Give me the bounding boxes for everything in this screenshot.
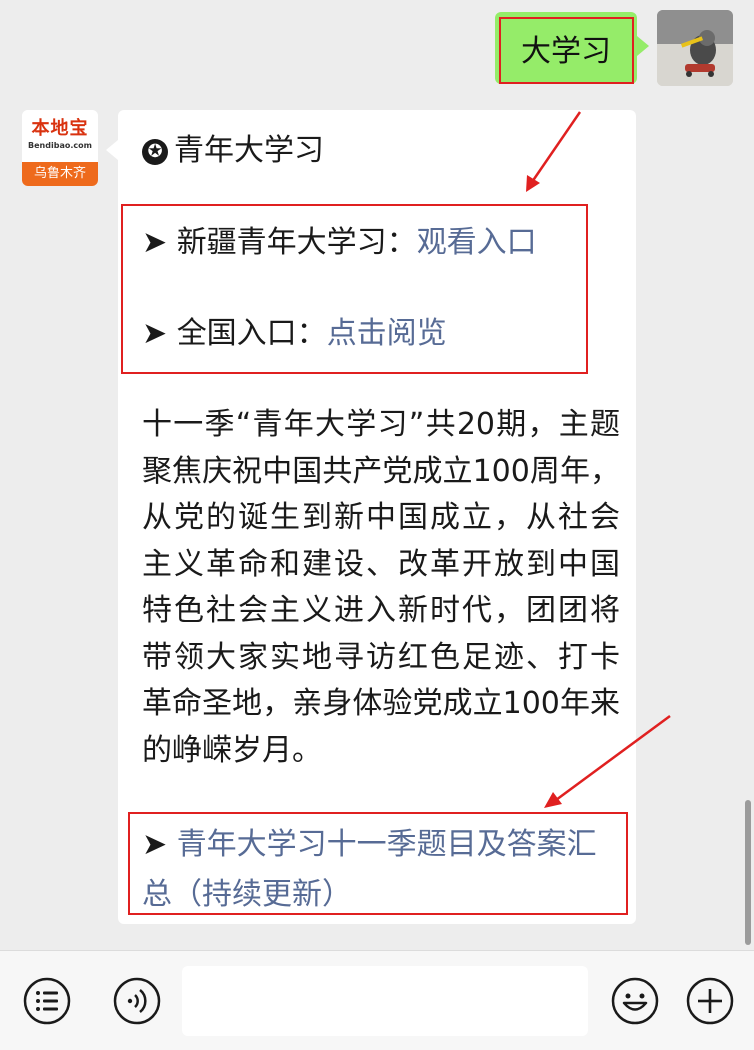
bot-header-title: 青年大学习 (174, 133, 324, 168)
bendibao-logo: 本地宝 Bendibao.com (22, 110, 98, 162)
chat-area: 大学习 本地宝 Bendibao.com 乌鲁木齐 ✪ 青年大学习 ➤ 新疆青年大… (0, 0, 754, 950)
user-avatar-image (657, 10, 733, 86)
national-entry-label: 全国入口： (176, 316, 327, 351)
user-message-text: 大学习 (521, 34, 611, 69)
chat-scrollbar[interactable] (745, 800, 751, 945)
arrow-icon: ➤ (142, 225, 168, 260)
arrow-icon: ➤ (142, 316, 168, 351)
menu-list-button[interactable] (22, 976, 72, 1026)
click-view-link[interactable]: 点击阅览 (327, 316, 447, 351)
logo-brand-name: 本地宝 (31, 118, 89, 139)
xinjiang-entry-label: 新疆青年大学习： (176, 225, 417, 260)
logo-domain: Bendibao.com (28, 141, 92, 150)
bot-avatar[interactable]: 本地宝 Bendibao.com 乌鲁木齐 (22, 110, 98, 186)
logo-city: 乌鲁木齐 (22, 162, 98, 186)
add-icon (686, 977, 734, 1025)
intro-paragraph: 十一季“青年大学习”共20期，主题聚焦庆祝中国共产党成立100周年，从党的诞生到… (142, 407, 620, 768)
national-entry-line: ➤ 全国入口：点击阅览 (142, 314, 447, 354)
emoji-icon (611, 977, 659, 1025)
user-avatar[interactable] (657, 10, 733, 86)
watch-entry-link[interactable]: 观看入口 (417, 225, 537, 260)
star-icon: ✪ (142, 139, 168, 165)
voice-icon (113, 977, 161, 1025)
voice-button[interactable] (112, 976, 162, 1026)
emoji-button[interactable] (610, 976, 660, 1026)
arrow-icon: ➤ (142, 827, 168, 862)
message-input[interactable] (182, 966, 588, 1036)
user-message-bubble[interactable]: 大学习 (495, 12, 649, 84)
menu-list-icon (23, 977, 71, 1025)
bot-header: ✪ 青年大学习 (142, 131, 324, 171)
answers-summary-line: ➤ 青年大学习十一季题目及答案汇总（持续更新） (142, 820, 620, 920)
answers-summary-link[interactable]: 青年大学习十一季题目及答案汇总（持续更新） (142, 827, 597, 912)
xinjiang-entry-line: ➤ 新疆青年大学习：观看入口 (142, 223, 537, 263)
add-button[interactable] (685, 976, 735, 1026)
